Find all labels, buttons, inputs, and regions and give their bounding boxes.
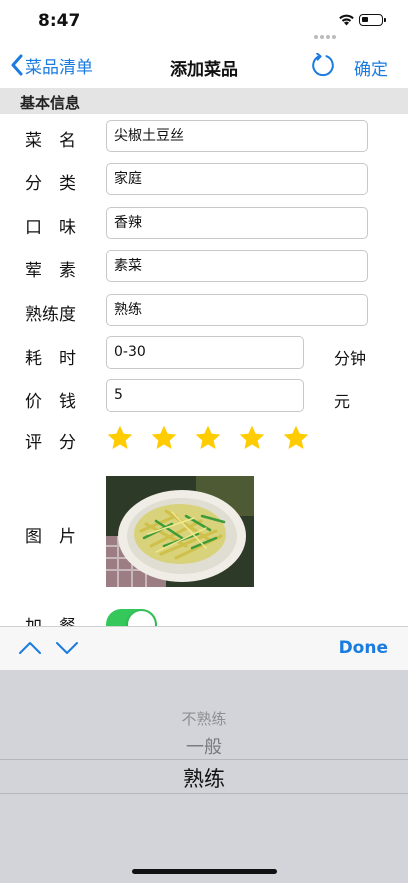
star-icon[interactable] bbox=[106, 424, 134, 452]
picker-option-selected[interactable]: 熟练 bbox=[0, 763, 408, 793]
dish-photo[interactable] bbox=[106, 476, 254, 587]
star-icon[interactable] bbox=[194, 424, 222, 452]
confirm-button[interactable]: 确定 bbox=[354, 55, 388, 80]
meat-field[interactable]: 素菜 bbox=[106, 250, 368, 282]
category-field[interactable]: 家庭 bbox=[106, 163, 368, 195]
price-unit: 元 bbox=[334, 392, 351, 411]
dish-image bbox=[106, 476, 254, 587]
section-header: 基本信息 bbox=[0, 88, 408, 114]
status-time: 8:47 bbox=[38, 11, 81, 31]
time-label: 耗 时 bbox=[25, 349, 76, 369]
chevron-down-icon[interactable] bbox=[55, 640, 79, 656]
skill-field[interactable]: 熟练 bbox=[106, 294, 368, 326]
price-field[interactable]: 5 bbox=[106, 379, 304, 412]
star-icon[interactable] bbox=[238, 424, 266, 452]
home-indicator bbox=[132, 869, 277, 874]
time-unit: 分钟 bbox=[334, 349, 367, 368]
star-icon[interactable] bbox=[150, 424, 178, 452]
refresh-icon[interactable] bbox=[311, 53, 335, 77]
name-label: 菜 名 bbox=[25, 131, 76, 151]
star-icon[interactable] bbox=[282, 424, 310, 452]
skill-picker[interactable]: 不熟练 一般 熟练 bbox=[0, 670, 408, 883]
time-field[interactable]: 0-30 bbox=[106, 336, 304, 369]
skill-label: 熟练度 bbox=[25, 305, 76, 325]
wifi-icon bbox=[339, 14, 354, 26]
rating-label: 评 分 bbox=[25, 433, 76, 453]
photo-label: 图 片 bbox=[25, 527, 76, 547]
signal-icon bbox=[314, 24, 338, 43]
name-field[interactable]: 尖椒土豆丝 bbox=[106, 120, 368, 152]
chevron-up-icon[interactable] bbox=[18, 640, 42, 656]
rating-stars bbox=[106, 424, 326, 452]
section-title: 基本信息 bbox=[20, 94, 81, 112]
page-title: 添加菜品 bbox=[170, 60, 238, 80]
battery-icon bbox=[359, 14, 386, 26]
taste-label: 口 味 bbox=[25, 218, 76, 238]
category-label: 分 类 bbox=[25, 174, 76, 194]
done-button[interactable]: Done bbox=[339, 638, 388, 658]
picker-option[interactable]: 一般 bbox=[0, 733, 408, 759]
taste-field[interactable]: 香辣 bbox=[106, 207, 368, 239]
price-label: 价 钱 bbox=[25, 392, 76, 412]
picker-option[interactable]: 不熟练 bbox=[0, 708, 408, 729]
picker-toolbar: Done bbox=[0, 626, 408, 670]
meat-label: 荤 素 bbox=[25, 261, 76, 281]
